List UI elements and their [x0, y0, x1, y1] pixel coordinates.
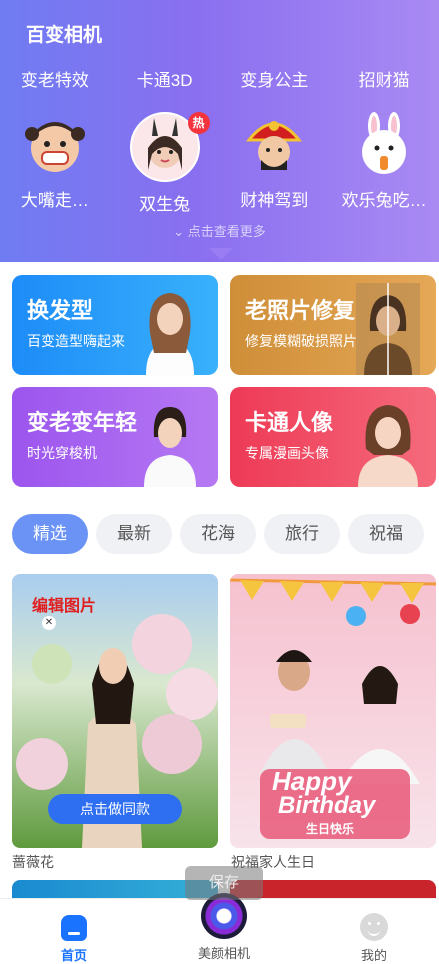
template-birthday[interactable]: Happy Birthday 生日快乐 — [230, 574, 436, 848]
tab-travel[interactable]: 旅行 — [264, 514, 340, 554]
effects-row: 大嘴走… 热 双生兔 财神驾到 欢乐兔吃… — [0, 112, 439, 215]
card-title: 换发型 — [27, 298, 94, 323]
header-pointer — [209, 248, 233, 260]
birthday-chinese-text: 生日快乐 — [306, 822, 355, 836]
nav-label: 我的 — [360, 948, 387, 963]
nav-label: 首页 — [60, 948, 87, 963]
see-more-link[interactable]: ⌄ 点击查看更多 — [0, 221, 439, 240]
happy-rabbit-icon — [351, 112, 417, 178]
effect-bunny[interactable]: 热 双生兔 — [110, 112, 220, 215]
tab-flowers[interactable]: 花海 — [180, 514, 256, 554]
save-toast: 保存 — [185, 866, 263, 900]
home-icon — [61, 915, 87, 941]
nav-mine[interactable]: 我的 — [329, 899, 419, 964]
effect-god-of-wealth[interactable]: 财神驾到 — [220, 112, 330, 215]
old-photo-image — [356, 283, 420, 375]
effect-bigmouth[interactable]: 大嘴走… — [0, 112, 110, 215]
nav-home[interactable]: 首页 — [29, 899, 119, 964]
chevron-down-icon: ⌄ — [173, 224, 185, 239]
effect-lucky-cat[interactable]: 招财猫 — [329, 66, 439, 91]
effect-label: 欢乐兔吃… — [341, 191, 427, 210]
nav-beauty-camera[interactable]: 美颜相机 — [179, 893, 269, 962]
effect-label: 双生兔 — [139, 195, 191, 214]
effect-happy-rabbit[interactable]: 欢乐兔吃… — [329, 112, 439, 215]
make-same-button[interactable]: 点击做同款 — [48, 794, 182, 824]
model-photo — [146, 293, 194, 375]
category-tabs: 精选 最新 花海 旅行 祝福 — [12, 514, 424, 554]
tab-newest[interactable]: 最新 — [96, 514, 172, 554]
template-caption: 蔷薇花 — [12, 854, 54, 870]
edit-photo-tag[interactable]: 编辑图片 — [32, 592, 96, 616]
birthday-text: Birthday — [278, 792, 376, 819]
template-rose[interactable]: 编辑图片 ✕ 点击做同款 — [12, 574, 218, 848]
card-subtitle: 专属漫画头像 — [245, 445, 329, 461]
effects-header: 百变相机 变老特效 卡通3D 变身公主 招财猫 大嘴走… 热 双生兔 财神驾到 … — [0, 0, 439, 262]
god-of-wealth-icon — [241, 112, 307, 178]
model-photo — [144, 407, 196, 487]
model-photo — [358, 405, 418, 487]
bottom-nav: 首页 美颜相机 我的 — [0, 893, 439, 964]
card-subtitle: 百变造型嗨起来 — [27, 333, 125, 349]
close-icon[interactable]: ✕ — [42, 616, 56, 630]
card-subtitle: 修复模糊破损照片 — [245, 333, 357, 349]
card-title: 老照片修复 — [245, 298, 356, 323]
effect-label: 大嘴走… — [20, 191, 89, 210]
bigmouth-face-icon — [22, 112, 88, 178]
nav-label: 美颜相机 — [197, 946, 250, 961]
effect-aging[interactable]: 变老特效 — [0, 66, 110, 91]
tab-blessings[interactable]: 祝福 — [348, 514, 424, 554]
card-title: 卡通人像 — [245, 410, 334, 435]
card-title: 变老变年轻 — [27, 410, 138, 435]
card-subtitle: 时光穿梭机 — [27, 445, 97, 461]
card-cartoon-portrait[interactable]: 卡通人像 专属漫画头像 — [230, 387, 436, 487]
app-title: 百变相机 — [26, 25, 103, 46]
hot-badge: 热 — [187, 112, 210, 134]
effect-label: 财神驾到 — [240, 191, 309, 210]
card-age-transform[interactable]: 变老变年轻 时光穿梭机 — [12, 387, 218, 487]
smiley-face-icon — [360, 913, 388, 941]
effects-row-top: 变老特效 卡通3D 变身公主 招财猫 — [0, 66, 439, 91]
tab-featured[interactable]: 精选 — [12, 514, 88, 554]
effect-princess[interactable]: 变身公主 — [220, 66, 330, 91]
card-hairstyle[interactable]: 换发型 百变造型嗨起来 — [12, 275, 218, 375]
card-old-photo-restore[interactable]: 老照片修复 修复模糊破损照片 — [230, 275, 436, 375]
effect-cartoon-3d[interactable]: 卡通3D — [110, 66, 220, 91]
